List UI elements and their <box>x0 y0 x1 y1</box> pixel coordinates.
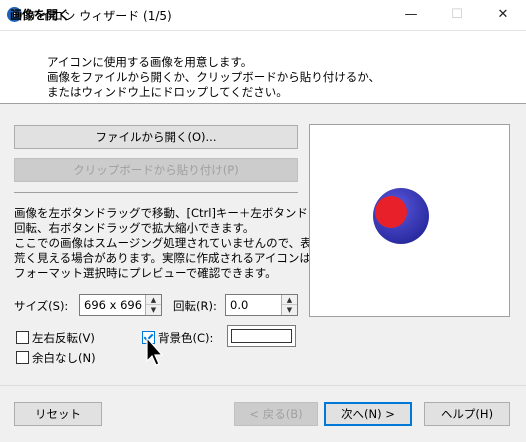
background-color-picker[interactable] <box>227 325 296 347</box>
instructions-text: 画像を左ボタンドラッグで移動、[Ctrl]キー＋左ボタンドラッグで 回転、右ボタ… <box>14 206 354 281</box>
flip-horizontal-checkbox[interactable] <box>16 331 29 344</box>
next-button[interactable]: 次へ(N) > <box>324 402 412 426</box>
chevron-up-icon[interactable]: ▲ <box>282 295 297 305</box>
maximize-button[interactable]: ☐ <box>434 0 480 30</box>
rotation-value: 0.0 <box>230 298 249 312</box>
chevron-up-icon[interactable]: ▲ <box>146 295 161 305</box>
paste-clipboard-button[interactable]: クリップボードから貼り付け(P) <box>14 158 298 182</box>
size-label: サイズ(S): <box>14 299 69 313</box>
close-button[interactable]: ✕ <box>480 0 526 30</box>
mouse-pointer-icon <box>146 337 164 366</box>
open-file-button[interactable]: ファイルから開く(O)... <box>14 125 298 149</box>
no-margin-checkbox[interactable] <box>16 351 29 364</box>
rotation-stepper[interactable]: 0.0 ▲ ▼ <box>225 294 298 316</box>
preview-image <box>373 188 429 244</box>
header-line: 画像をファイルから開くか、クリップボードから貼り付けるか、 <box>47 70 381 84</box>
divider <box>14 192 298 193</box>
instructions-line: 画像を左ボタンドラッグで移動、[Ctrl]キー＋左ボタンドラッグで <box>14 206 354 220</box>
chevron-down-icon[interactable]: ▼ <box>282 305 297 315</box>
flip-horizontal-label: 左右反転(V) <box>32 331 95 345</box>
chevron-down-icon[interactable]: ▼ <box>146 305 161 315</box>
color-swatch <box>231 329 292 343</box>
instructions-line: 荒く見える場合があります。実際に作成されるアイコンは、画像 <box>14 251 346 265</box>
image-preview[interactable] <box>309 124 510 317</box>
header-title: 画像を開く <box>10 8 71 22</box>
instructions-line: フォーマット選択時にプレビューで確認できます。 <box>14 266 277 280</box>
instructions-line: ここでの画像はスムージング処理されていませんので、表示が <box>14 236 335 250</box>
background-color-label: 背景色(C): <box>158 331 214 345</box>
rotation-label: 回転(R): <box>173 299 217 313</box>
reset-button[interactable]: リセット <box>14 402 102 426</box>
size-stepper[interactable]: 696 x 696 ▲ ▼ <box>79 294 162 316</box>
instructions-line: 回転、右ボタンドラッグで拡大縮小できます。 <box>14 221 255 235</box>
back-button[interactable]: < 戻る(B) <box>234 402 318 426</box>
footer-divider <box>0 385 526 386</box>
help-button[interactable]: ヘルプ(H) <box>424 402 510 426</box>
no-margin-label: 余白なし(N) <box>32 351 96 365</box>
inner-circle <box>375 196 407 228</box>
header-line: またはウィンドウ上にドロップしてください。 <box>47 85 288 99</box>
size-value: 696 x 696 <box>84 298 143 312</box>
header-line: アイコンに使用する画像を用意します。 <box>47 55 253 69</box>
minimize-button[interactable]: — <box>388 0 434 30</box>
